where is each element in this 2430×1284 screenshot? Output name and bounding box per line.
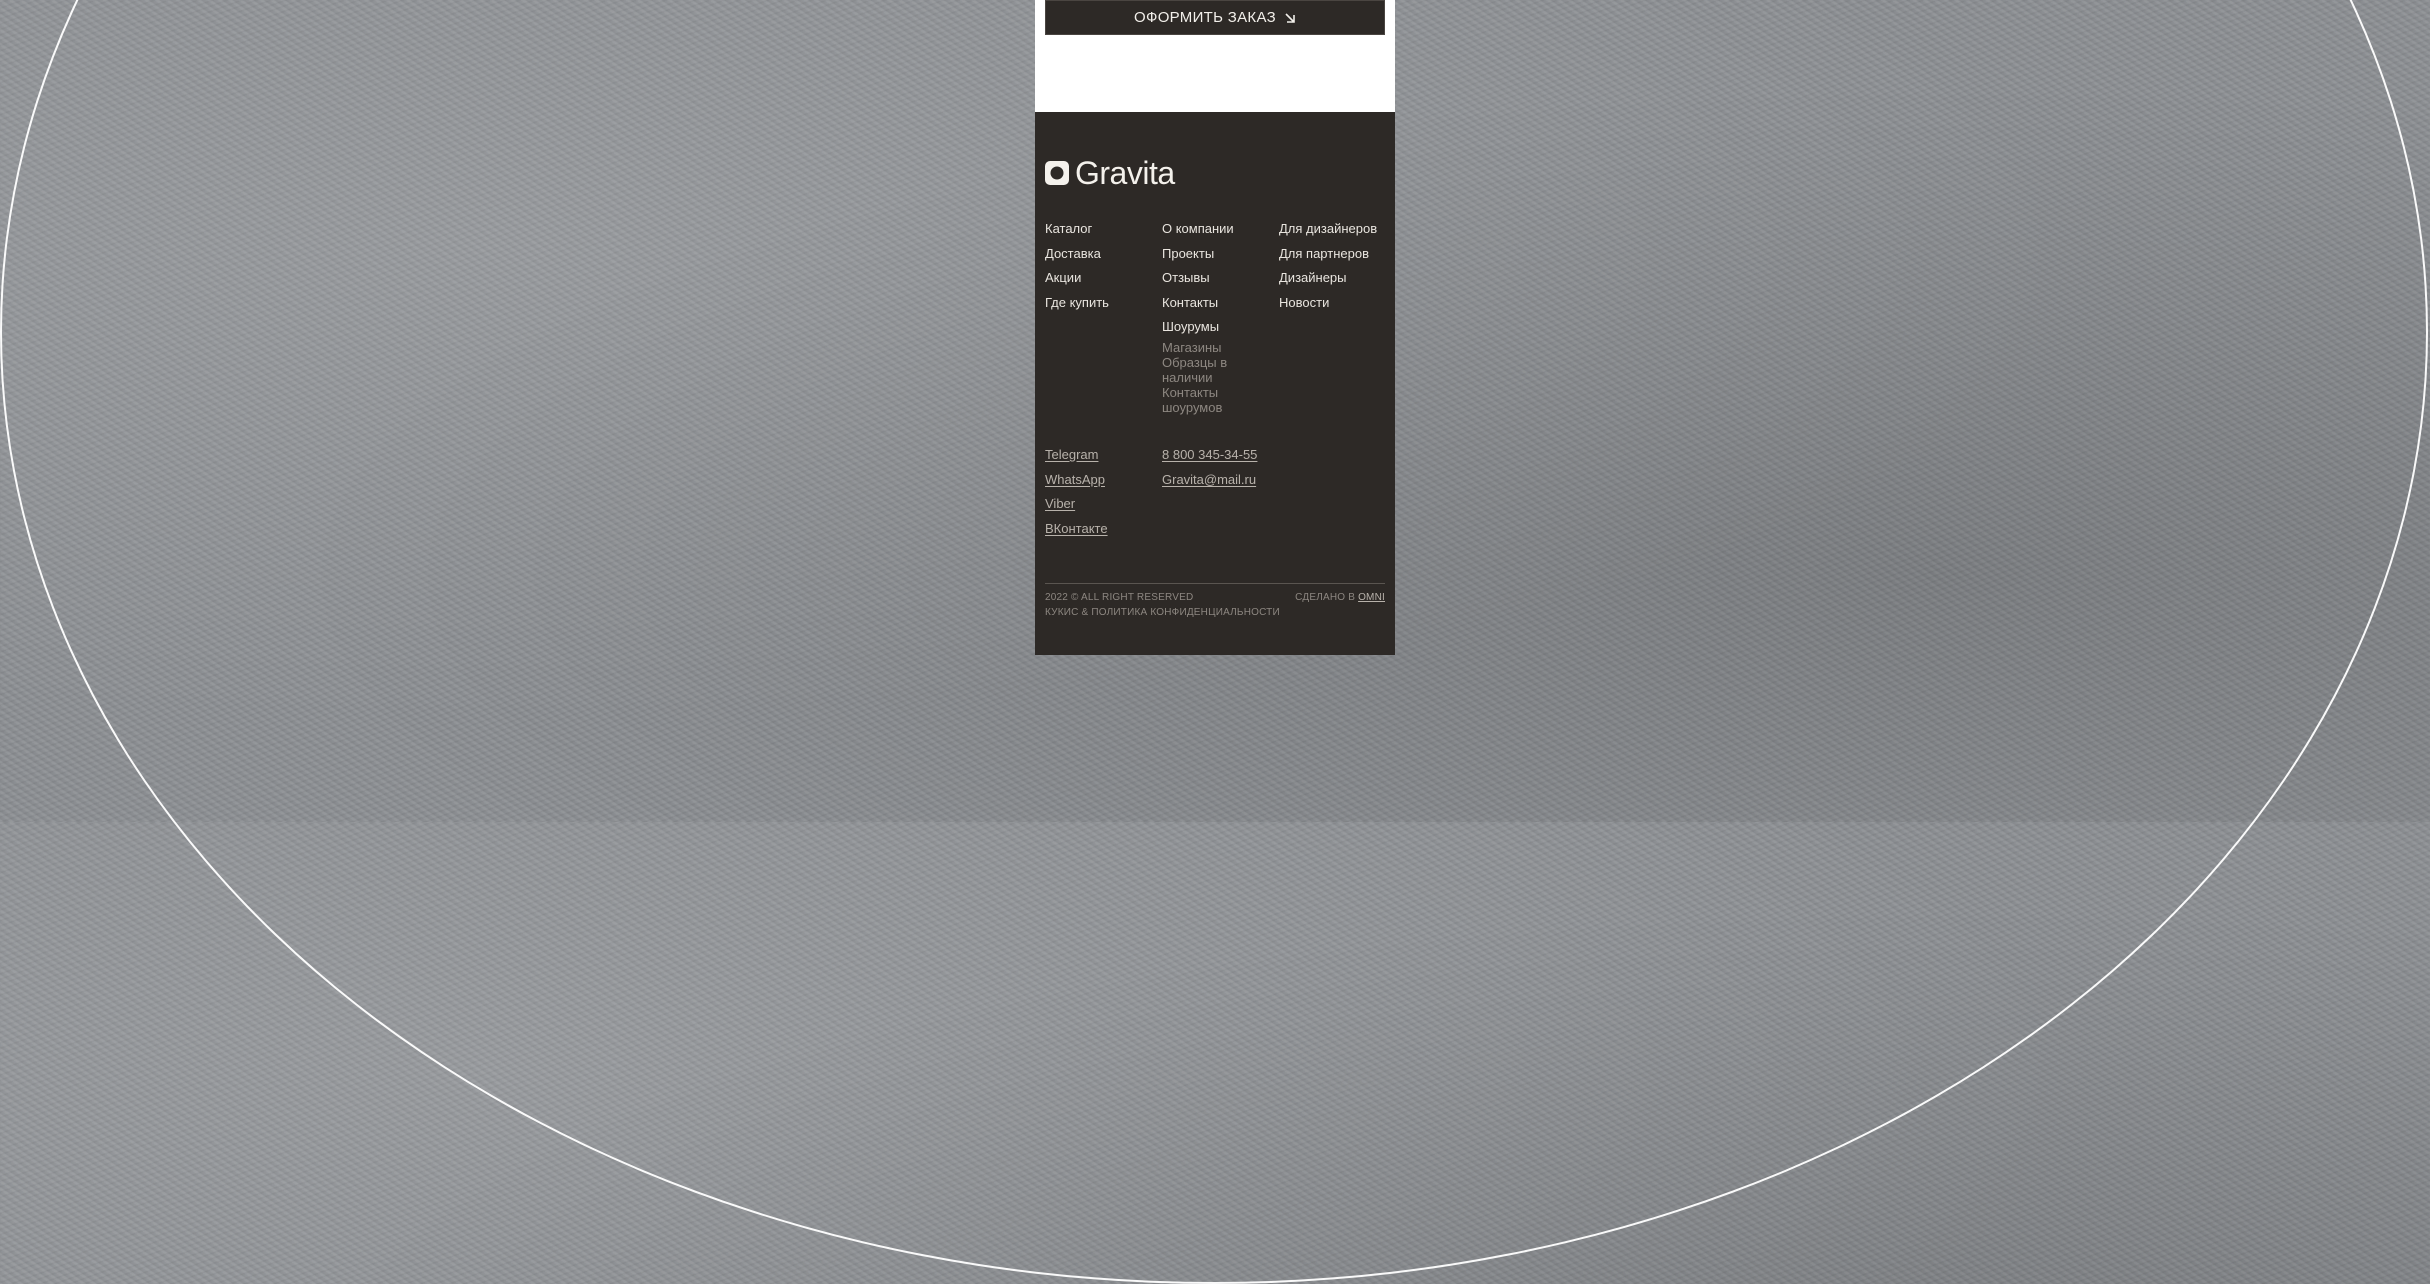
footer-divider [1045, 583, 1385, 584]
footer-link-projects[interactable]: Проекты [1162, 246, 1280, 262]
footer-link-showrooms[interactable]: Шоурумы [1162, 319, 1280, 335]
footer-link-for-designers[interactable]: Для дизайнеров [1279, 221, 1397, 237]
email-link[interactable]: Gravita@mail.ru [1162, 472, 1257, 488]
site-footer: Gravita Каталог Доставка Акции Где купит… [1035, 112, 1395, 655]
place-order-button[interactable]: ОФОРМИТЬ ЗАКАЗ [1045, 0, 1385, 35]
footer-link-catalog[interactable]: Каталог [1045, 221, 1163, 237]
footer-link-where-to-buy[interactable]: Где купить [1045, 295, 1163, 311]
submenu-link-showroom-contacts[interactable]: Контакты шоурумов [1162, 385, 1242, 415]
footer-nav-column-2: О компании Проекты Отзывы Контакты Шоуру… [1162, 221, 1280, 415]
footer-link-for-partners[interactable]: Для партнеров [1279, 246, 1397, 262]
gravita-logo[interactable]: Gravita [1045, 157, 1175, 189]
logo-text: Gravita [1075, 155, 1175, 191]
submenu-link-samples[interactable]: Образцы в наличии [1162, 355, 1242, 385]
footer-nav-column-1: Каталог Доставка Акции Где купить [1045, 221, 1163, 319]
social-link-viber[interactable]: Viber [1045, 496, 1108, 512]
footer-link-contacts[interactable]: Контакты [1162, 295, 1280, 311]
footer-link-delivery[interactable]: Доставка [1045, 246, 1163, 262]
made-by-credit: СДЕЛАНО В OMNI [1295, 592, 1385, 603]
footer-link-designers[interactable]: Дизайнеры [1279, 270, 1397, 286]
footer-contact-links: 8 800 345-34-55 Gravita@mail.ru [1162, 447, 1257, 496]
mobile-page-panel: ОФОРМИТЬ ЗАКАЗ Gravita Каталог Доставка … [1035, 0, 1395, 655]
showrooms-submenu: Магазины Образцы в наличии Контакты шоур… [1162, 340, 1280, 415]
footer-link-promotions[interactable]: Акции [1045, 270, 1163, 286]
footer-social-links: Telegram WhatsApp Viber ВКонтакте [1045, 447, 1108, 545]
arrow-down-right-icon [1284, 12, 1296, 24]
social-link-telegram[interactable]: Telegram [1045, 447, 1108, 463]
footer-link-about[interactable]: О компании [1162, 221, 1280, 237]
phone-link[interactable]: 8 800 345-34-55 [1162, 447, 1257, 463]
footer-link-reviews[interactable]: Отзывы [1162, 270, 1280, 286]
submenu-link-stores[interactable]: Магазины [1162, 340, 1242, 355]
footer-nav-column-3: Для дизайнеров Для партнеров Дизайнеры Н… [1279, 221, 1397, 319]
privacy-policy-link[interactable]: КУКИС & ПОЛИТИКА КОНФИДЕНЦИАЛЬНОСТИ [1045, 607, 1280, 618]
logo-mark-icon [1045, 161, 1069, 185]
footer-link-news[interactable]: Новости [1279, 295, 1397, 311]
omni-link[interactable]: OMNI [1358, 592, 1385, 603]
copyright-text: 2022 © ALL RIGHT RESERVED [1045, 592, 1194, 603]
made-by-prefix: СДЕЛАНО В [1295, 592, 1356, 603]
place-order-label: ОФОРМИТЬ ЗАКАЗ [1134, 9, 1276, 26]
social-link-whatsapp[interactable]: WhatsApp [1045, 472, 1108, 488]
social-link-vkontakte[interactable]: ВКонтакте [1045, 521, 1108, 537]
